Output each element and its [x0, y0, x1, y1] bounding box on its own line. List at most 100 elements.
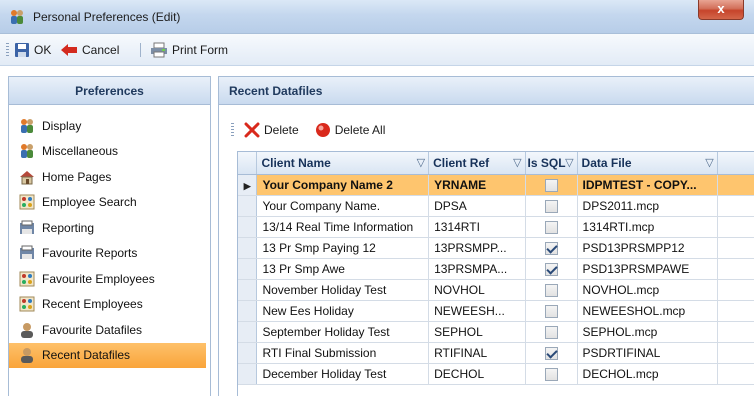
data-file-cell[interactable]: NOVHOL.mcp	[577, 279, 718, 301]
row-indicator[interactable]	[238, 279, 258, 301]
is-sql-cell[interactable]	[525, 300, 578, 322]
nav-item-display[interactable]: Display	[9, 113, 210, 139]
column-header-client-ref[interactable]: Client Ref ▽	[428, 152, 526, 175]
client-ref-cell[interactable]: YRNAME	[428, 174, 526, 196]
filter-icon[interactable]: ▽	[705, 156, 713, 169]
is-sql-checkbox[interactable]	[544, 367, 558, 381]
is-sql-cell[interactable]	[525, 174, 578, 196]
table-row[interactable]: December Holiday Test DECHOL DECHOL.mcp	[238, 363, 754, 385]
ok-button[interactable]: OK	[14, 42, 51, 58]
table-row[interactable]: September Holiday Test SEPHOL SEPHOL.mcp	[238, 321, 754, 343]
client-name-cell[interactable]: September Holiday Test	[256, 321, 430, 343]
preferences-header: Preferences	[9, 77, 210, 105]
cancel-button[interactable]: Cancel	[60, 42, 119, 58]
nav-item-favourite-employees[interactable]: Favourite Employees	[9, 266, 210, 292]
is-sql-checkbox[interactable]	[544, 262, 558, 276]
row-indicator[interactable]	[238, 216, 258, 238]
column-header-client-name[interactable]: Client Name ▽	[256, 152, 430, 175]
is-sql-cell[interactable]	[525, 321, 578, 343]
data-file-cell[interactable]: PSDRTIFINAL	[577, 342, 718, 364]
client-name-cell[interactable]: Your Company Name 2	[256, 174, 430, 196]
filter-icon[interactable]: ▽	[417, 156, 425, 169]
client-name-cell[interactable]: RTI Final Submission	[256, 342, 430, 364]
client-ref-cell[interactable]: SEPHOL	[428, 321, 526, 343]
column-label: Client Name	[261, 155, 331, 170]
client-ref-cell[interactable]: NOVHOL	[428, 279, 526, 301]
client-ref-cell[interactable]: 13PRSMPA...	[428, 258, 526, 280]
is-sql-checkbox[interactable]	[544, 346, 558, 360]
client-ref-cell[interactable]: 1314RTI	[428, 216, 526, 238]
table-row[interactable]: ▶ Your Company Name 2 YRNAME IDPMTEST - COP…	[238, 174, 754, 196]
client-name-cell[interactable]: December Holiday Test	[256, 363, 430, 385]
is-sql-cell[interactable]	[525, 195, 578, 217]
row-indicator[interactable]	[238, 258, 258, 280]
client-name-cell[interactable]: 13 Pr Smp Paying 12	[256, 237, 430, 259]
is-sql-cell[interactable]	[525, 279, 578, 301]
table-row[interactable]: 13/14 Real Time Information 1314RTI 1314RT…	[238, 216, 754, 238]
is-sql-cell[interactable]	[525, 363, 578, 385]
is-sql-checkbox[interactable]	[544, 199, 558, 213]
data-file-cell[interactable]: IDPMTEST - COPY...	[577, 174, 718, 196]
client-ref-cell[interactable]: DPSA	[428, 195, 526, 217]
is-sql-checkbox[interactable]	[544, 178, 558, 192]
filter-icon[interactable]: ▽	[513, 156, 521, 169]
nav-item-label: Miscellaneous	[42, 144, 119, 159]
delete-button[interactable]: Delete	[244, 122, 299, 138]
row-indicator[interactable]	[238, 342, 258, 364]
data-file-cell[interactable]: PSD13PRSMPP12	[577, 237, 718, 259]
table-row[interactable]: Your Company Name. DPSA DPS2011.mcp	[238, 195, 754, 217]
table-row[interactable]: 13 Pr Smp Awe 13PRSMPA... PSD13PRSMPAWE	[238, 258, 754, 280]
client-ref-cell[interactable]: NEWEESH...	[428, 300, 526, 322]
nav-item-home-pages[interactable]: Home Pages	[9, 164, 210, 190]
is-sql-checkbox[interactable]	[544, 325, 558, 339]
client-name-cell[interactable]: 13/14 Real Time Information	[256, 216, 430, 238]
row-indicator[interactable]	[238, 321, 258, 343]
data-file-cell[interactable]: NEWEESHOL.mcp	[577, 300, 718, 322]
nav-item-recent-datafiles[interactable]: Recent Datafiles	[9, 342, 206, 368]
is-sql-cell[interactable]	[525, 237, 578, 259]
nav-item-favourite-datafiles[interactable]: Favourite Datafiles	[9, 317, 210, 343]
delete-all-label: Delete All	[334, 123, 386, 137]
is-sql-checkbox[interactable]	[544, 241, 558, 255]
group-icon	[19, 194, 35, 210]
table-row[interactable]: November Holiday Test NOVHOL NOVHOL.mcp	[238, 279, 754, 301]
client-name-cell[interactable]: November Holiday Test	[256, 279, 430, 301]
nav-item-recent-employees[interactable]: Recent Employees	[9, 292, 210, 318]
column-header-data-file[interactable]: Data File ▽	[577, 152, 718, 175]
is-sql-cell[interactable]	[525, 216, 578, 238]
table-row[interactable]: 13 Pr Smp Paying 12 13PRSMPP... PSD13PRSMP…	[238, 237, 754, 259]
nav-item-miscellaneous[interactable]: Miscellaneous	[9, 139, 210, 165]
data-file-cell[interactable]: SEPHOL.mcp	[577, 321, 718, 343]
row-indicator[interactable]	[238, 195, 258, 217]
client-ref-cell[interactable]: DECHOL	[428, 363, 526, 385]
row-indicator[interactable]	[238, 300, 258, 322]
client-ref-cell[interactable]: 13PRSMPP...	[428, 237, 526, 259]
column-header-is-sql[interactable]: Is SQL ▽	[525, 152, 578, 175]
filter-icon[interactable]: ▽	[565, 156, 573, 169]
data-file-cell[interactable]: DECHOL.mcp	[577, 363, 718, 385]
current-row-indicator[interactable]: ▶	[238, 174, 258, 196]
client-name-cell[interactable]: New Ees Holiday	[256, 300, 430, 322]
client-name-cell[interactable]: 13 Pr Smp Awe	[256, 258, 430, 280]
table-row[interactable]: RTI Final Submission RTIFINAL PSDRTIFINAL	[238, 342, 754, 364]
close-button[interactable]: x	[698, 0, 744, 20]
data-file-cell[interactable]: DPS2011.mcp	[577, 195, 718, 217]
row-indicator[interactable]	[238, 237, 258, 259]
data-file-cell[interactable]: PSD13PRSMPAWE	[577, 258, 718, 280]
client-name-cell[interactable]: Your Company Name.	[256, 195, 430, 217]
is-sql-checkbox[interactable]	[544, 220, 558, 234]
data-file-cell[interactable]: 1314RTI.mcp	[577, 216, 718, 238]
is-sql-checkbox[interactable]	[544, 304, 558, 318]
nav-item-reporting[interactable]: Reporting	[9, 215, 210, 241]
client-ref-cell[interactable]: RTIFINAL	[428, 342, 526, 364]
is-sql-cell[interactable]	[525, 258, 578, 280]
nav-item-employee-search[interactable]: Employee Search	[9, 190, 210, 216]
is-sql-checkbox[interactable]	[544, 283, 558, 297]
print-form-button[interactable]: Print Form	[150, 42, 228, 58]
is-sql-cell[interactable]	[525, 342, 578, 364]
delete-all-button[interactable]: Delete All	[315, 122, 386, 138]
nav-item-favourite-reports[interactable]: Favourite Reports	[9, 241, 210, 267]
row-indicator[interactable]	[238, 363, 258, 385]
home-icon	[19, 169, 35, 185]
table-row[interactable]: New Ees Holiday NEWEESH... NEWEESHOL.mcp	[238, 300, 754, 322]
